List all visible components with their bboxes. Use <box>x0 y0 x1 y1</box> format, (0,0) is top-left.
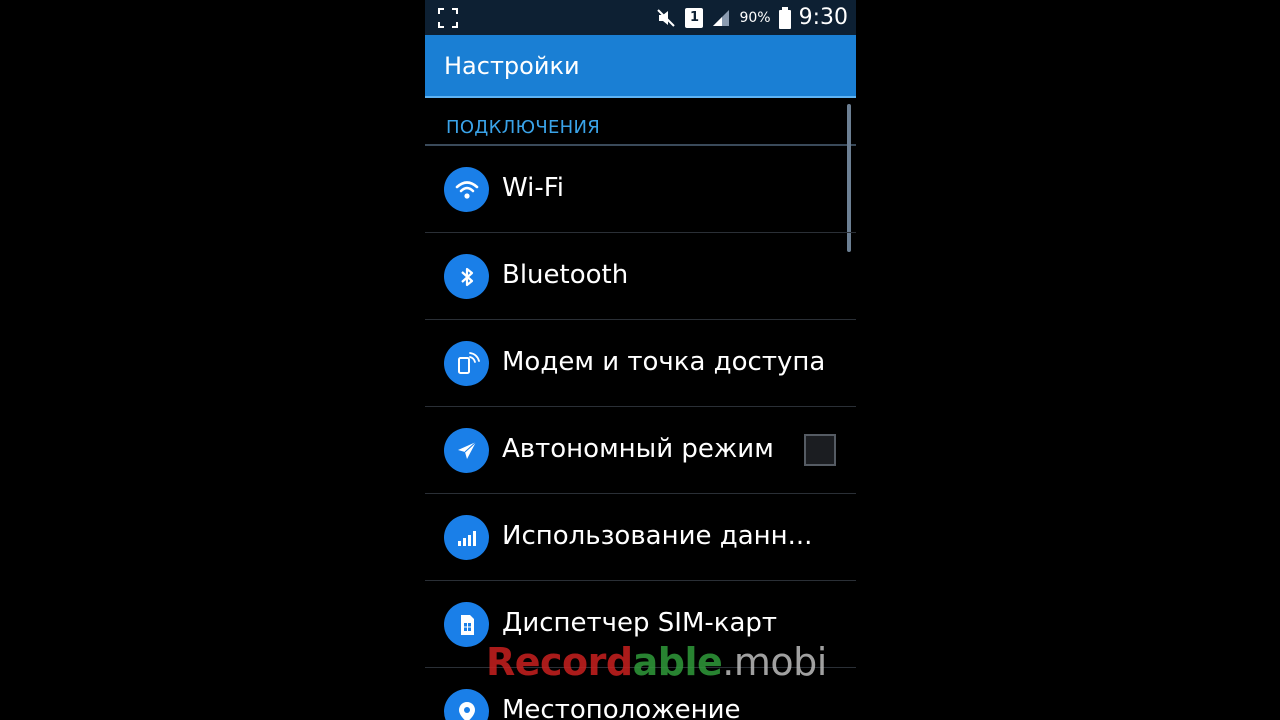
settings-item-label: Диспетчер SIM-карт <box>502 608 778 638</box>
settings-item-wifi[interactable]: Wi-Fi <box>425 146 856 233</box>
page-title: Настройки <box>444 52 580 80</box>
location-icon <box>444 689 489 720</box>
settings-item-hotspot[interactable]: Модем и точка доступа <box>425 320 856 407</box>
settings-item-data-usage[interactable]: Использование данн... <box>425 494 856 581</box>
wifi-icon <box>444 167 489 212</box>
settings-item-label: Автономный режим <box>502 434 774 464</box>
airplane-icon <box>444 428 489 473</box>
sim-indicator: 1 <box>685 7 704 28</box>
screen-capture-icon <box>438 8 458 28</box>
section-header-label: ПОДКЛЮЧЕНИЯ <box>446 117 601 138</box>
status-bar: 1 90% 9:30 <box>425 0 856 35</box>
settings-item-label: Bluetooth <box>502 260 629 290</box>
watermark-logo: Recordable.mobi <box>486 640 827 684</box>
signal-icon <box>713 9 730 26</box>
clock: 9:30 <box>798 5 848 30</box>
mute-icon <box>657 8 676 27</box>
airplane-mode-checkbox[interactable] <box>804 434 836 466</box>
battery-icon <box>778 6 791 29</box>
hotspot-icon <box>444 341 489 386</box>
section-header: ПОДКЛЮЧЕНИЯ <box>425 100 856 146</box>
settings-item-airplane-mode[interactable]: Автономный режим <box>425 407 856 494</box>
settings-item-label: Wi-Fi <box>502 173 565 203</box>
sim-card-icon <box>444 602 489 647</box>
action-bar: Настройки <box>425 35 856 98</box>
battery-percent: 90% <box>739 9 771 26</box>
settings-item-label: Модем и точка доступа <box>502 347 826 377</box>
settings-item-label: Местоположение <box>502 695 741 720</box>
data-usage-icon <box>444 515 489 560</box>
bluetooth-icon <box>444 254 489 299</box>
phone-screen: 1 90% 9:30 Настройки ПОДКЛЮЧЕНИЯ Wi-Fi B… <box>425 0 856 720</box>
settings-item-label: Использование данн... <box>502 521 813 551</box>
settings-list: Wi-Fi Bluetooth Модем и точка доступа Ав… <box>425 146 856 720</box>
settings-item-bluetooth[interactable]: Bluetooth <box>425 233 856 320</box>
status-icons: 1 90% 9:30 <box>655 0 848 35</box>
